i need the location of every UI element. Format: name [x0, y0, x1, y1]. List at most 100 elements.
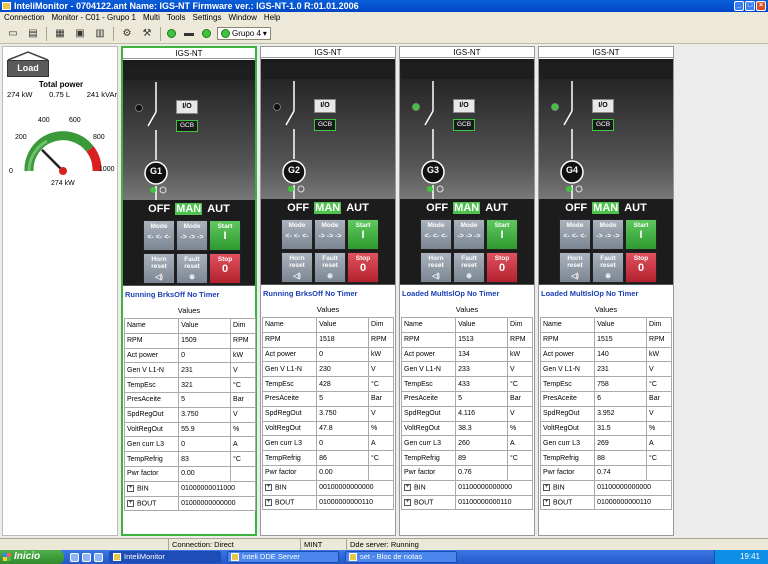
mode-right-button[interactable]: Mode -> -> -> — [314, 219, 346, 250]
bin-expander[interactable]: + BIN — [123, 480, 180, 497]
mode-right-label: Mode — [599, 222, 617, 229]
open-folder-icon[interactable]: ▤ — [26, 27, 40, 40]
stop-button[interactable]: Stop 0 — [486, 252, 518, 283]
header-name: Name — [539, 317, 596, 333]
value-row: Act power 0 kW — [123, 347, 256, 364]
expand-plus-icon[interactable]: + — [127, 499, 134, 507]
bin-row[interactable]: + BIN 01100000000000 — [539, 479, 672, 496]
menu-help[interactable]: Help — [264, 12, 280, 24]
value-value: 31.5 — [594, 420, 648, 437]
bin-expander[interactable]: + BIN — [261, 479, 318, 496]
new-icon[interactable]: ▭ — [6, 27, 20, 40]
start-button[interactable]: Start I — [625, 219, 657, 250]
chart-icon[interactable]: ▦ — [53, 27, 67, 40]
settings-icon[interactable]: ⚒ — [140, 27, 154, 40]
bout-row[interactable]: + BOUT 01000000000110 — [261, 494, 394, 511]
start-button[interactable]: Start I — [347, 219, 379, 250]
bout-row[interactable]: + BOUT 01000000000110 — [539, 494, 672, 511]
quicklaunch-media-icon[interactable] — [94, 552, 103, 562]
horn-reset-button[interactable]: Horn reset ◁) — [281, 252, 313, 283]
mode-indicator: OFF MAN AUT — [261, 199, 395, 217]
horn-reset-button[interactable]: Horn reset ◁) — [420, 252, 452, 283]
value-dim: Bar — [646, 390, 672, 407]
history-icon[interactable]: ▥ — [93, 27, 107, 40]
bout-label: BOUT — [414, 499, 434, 507]
bout-row[interactable]: + BOUT 01100000000110 — [400, 494, 533, 511]
mode-right-button[interactable]: Mode -> -> -> — [453, 219, 485, 250]
menu-connection[interactable]: Connection — [4, 12, 44, 24]
bout-label: BOUT — [275, 499, 295, 507]
mode-left-label: Mode — [288, 222, 306, 229]
fault-reset-button[interactable]: Fault reset ⊗ — [176, 253, 208, 284]
setpoints-icon[interactable]: ▬ — [182, 27, 196, 40]
bin-row[interactable]: + BIN 00100000000000 — [261, 479, 394, 496]
bout-row[interactable]: + BOUT 01000000000000 — [123, 495, 256, 512]
expand-plus-icon[interactable]: + — [265, 498, 272, 506]
mode-left-button[interactable]: Mode <- <- <- — [281, 219, 313, 250]
horn-reset-button[interactable]: Horn reset ◁) — [559, 252, 591, 283]
expand-plus-icon[interactable]: + — [543, 483, 550, 491]
menu-window[interactable]: Window — [228, 12, 256, 24]
menu-monitor[interactable]: Monitor - C01 - Grupo 1 — [51, 12, 135, 24]
bin-expander[interactable]: + BIN — [400, 479, 457, 496]
group-select[interactable]: Grupo 4 ▾ — [217, 27, 271, 40]
bin-expander[interactable]: + BIN — [539, 479, 596, 496]
arrow-left-icon: <- <- <- — [563, 233, 587, 240]
bout-expander[interactable]: + BOUT — [261, 494, 318, 511]
task-dde-server[interactable]: Inteli DDE Server — [227, 551, 339, 563]
value-row: TempRefrig 88 °C — [539, 450, 672, 466]
bout-expander[interactable]: + BOUT — [123, 495, 180, 512]
value-value: 5 — [455, 390, 509, 407]
mode-right-button[interactable]: Mode -> -> -> — [176, 220, 208, 251]
stop-button[interactable]: Stop 0 — [625, 252, 657, 283]
task-notepad[interactable]: set - Bloc de notas — [345, 551, 457, 563]
start-button[interactable]: Start I — [209, 220, 241, 251]
mode-left-button[interactable]: Mode <- <- <- — [559, 219, 591, 250]
io-button[interactable]: I/O — [176, 100, 198, 114]
panel-title: IGS-NT — [539, 47, 673, 58]
expand-plus-icon[interactable]: + — [404, 498, 411, 506]
bout-expander[interactable]: + BOUT — [400, 494, 457, 511]
connect-icon[interactable]: ⚙ — [120, 27, 134, 40]
menu-multi[interactable]: Multi — [143, 12, 160, 24]
status-bar: Connection: Direct MINT Dde server: Runn… — [0, 538, 768, 551]
stop-button[interactable]: Stop 0 — [209, 253, 241, 284]
menu-settings[interactable]: Settings — [193, 12, 222, 24]
load-button[interactable]: Load — [7, 51, 49, 77]
mode-left-button[interactable]: Mode <- <- <- — [420, 219, 452, 250]
expand-plus-icon[interactable]: + — [127, 484, 134, 492]
fault-reset-button[interactable]: Fault reset ⊗ — [314, 252, 346, 283]
fault-reset-button[interactable]: Fault reset ⊗ — [453, 252, 485, 283]
value-value: 230 — [316, 361, 370, 378]
expand-plus-icon[interactable]: + — [404, 483, 411, 491]
stop-button[interactable]: Stop 0 — [347, 252, 379, 283]
archive-icon[interactable]: ▣ — [73, 27, 87, 40]
fault-reset-button[interactable]: Fault reset ⊗ — [592, 252, 624, 283]
minimize-button[interactable]: _ — [734, 1, 744, 11]
io-button[interactable]: I/O — [314, 99, 336, 113]
bin-row[interactable]: + BIN 01100000000000 — [400, 479, 533, 496]
expand-plus-icon[interactable]: + — [543, 498, 550, 506]
bout-expander[interactable]: + BOUT — [539, 494, 596, 511]
total-power-title: Total power — [38, 80, 84, 89]
bin-row[interactable]: + BIN 01000000011000 — [123, 480, 256, 497]
close-button[interactable]: × — [756, 1, 766, 11]
maximize-button[interactable]: □ — [745, 1, 755, 11]
value-value: 1515 — [594, 331, 648, 348]
io-button[interactable]: I/O — [592, 99, 614, 113]
value-value: 0.00 — [316, 464, 370, 481]
mode-left-button[interactable]: Mode <- <- <- — [143, 220, 175, 251]
io-button[interactable]: I/O — [453, 99, 475, 113]
horn-reset-button[interactable]: Horn reset ◁) — [143, 253, 175, 284]
mode-left-label: Mode — [427, 222, 445, 229]
stop-symbol: 0 — [359, 262, 367, 274]
start-button[interactable]: Inicio — [0, 550, 64, 564]
expand-plus-icon[interactable]: + — [265, 483, 272, 491]
task-intelimonitor[interactable]: InteliMonitor — [109, 551, 221, 563]
quicklaunch-desktop-icon[interactable] — [82, 552, 91, 562]
start-button[interactable]: Start I — [486, 219, 518, 250]
quicklaunch-ie-icon[interactable] — [70, 552, 79, 562]
menu-tools[interactable]: Tools — [167, 12, 186, 24]
windows-flag-icon — [3, 553, 11, 561]
mode-right-button[interactable]: Mode -> -> -> — [592, 219, 624, 250]
